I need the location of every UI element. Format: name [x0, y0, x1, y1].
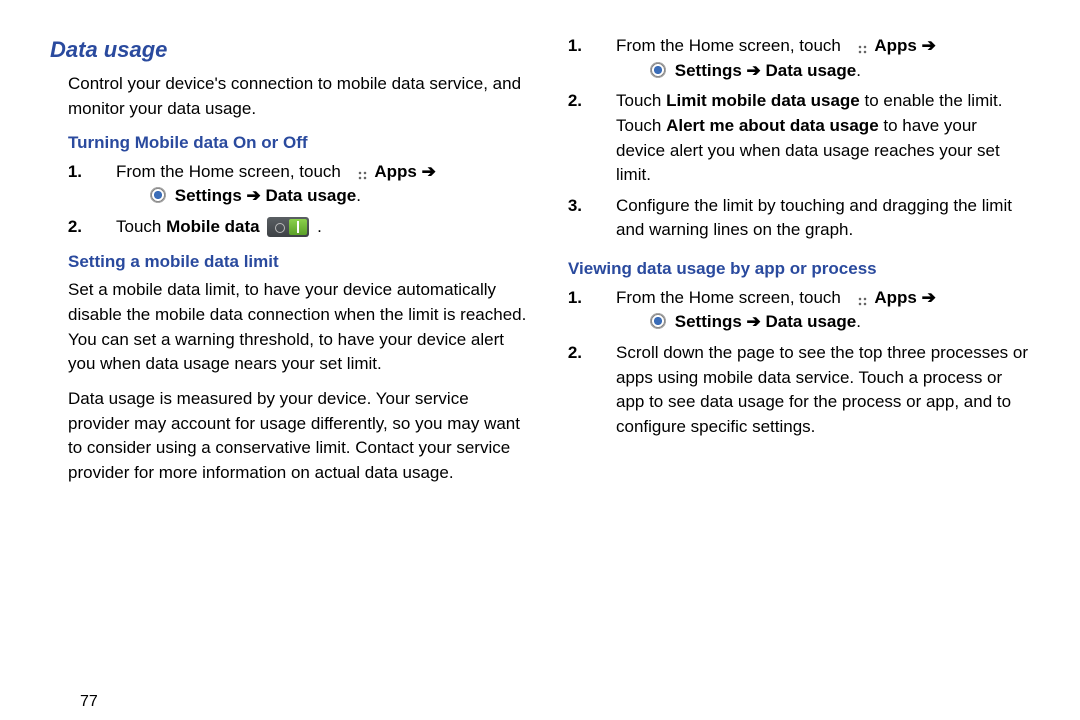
settings-icon [648, 60, 668, 80]
arrow-icon: ➔ [422, 162, 436, 181]
subheading-setting-limit: Setting a mobile data limit [50, 250, 530, 275]
arrow-icon: ➔ [922, 288, 936, 307]
datausage-label: Data usage [766, 61, 857, 80]
period: . [317, 217, 322, 236]
heading-data-usage: Data usage [50, 34, 530, 66]
arrow-icon: ➔ [922, 36, 936, 55]
settings-label: Settings [675, 312, 742, 331]
apps-icon [848, 287, 868, 307]
r-step-2: 2. Touch Limit mobile data usage to enab… [586, 89, 1030, 188]
r-s2a: Touch [616, 91, 666, 110]
subheading-turning-mobile-data: Turning Mobile data On or Off [50, 131, 530, 156]
r2-step-2: 2. Scroll down the page to see the top t… [586, 341, 1030, 440]
r2-step-1: 1. From the Home screen, touch Apps ➔ Se… [586, 286, 1030, 335]
r-s2b: Limit mobile data usage [666, 91, 860, 110]
settings-icon [648, 311, 668, 331]
apps-label: Apps [874, 36, 917, 55]
r2-s2: Scroll down the page to see the top thre… [616, 343, 1028, 436]
arrow-icon: ➔ [247, 186, 261, 205]
r-step1-text-a: From the Home screen, touch [616, 36, 846, 55]
settings-label: Settings [675, 61, 742, 80]
apps-icon [848, 35, 868, 55]
period: . [856, 312, 861, 331]
step2-text-a: Touch [116, 217, 166, 236]
apps-icon [348, 161, 368, 181]
apps-label: Apps [374, 162, 417, 181]
step-2: 2. Touch Mobile data . [86, 215, 530, 240]
period: . [356, 186, 361, 205]
r-s3: Configure the limit by touching and drag… [616, 196, 1012, 240]
sec2-p2: Data usage is measured by your device. Y… [50, 387, 530, 486]
datausage-label: Data usage [766, 312, 857, 331]
sec2-p1: Set a mobile data limit, to have your de… [50, 278, 530, 377]
step1-text-a: From the Home screen, touch [116, 162, 346, 181]
arrow-icon: ➔ [747, 312, 761, 331]
r2-step1-text-a: From the Home screen, touch [616, 288, 846, 307]
settings-icon [148, 185, 168, 205]
mobile-data-label: Mobile data [166, 217, 260, 236]
subheading-viewing-by-app: Viewing data usage by app or process [550, 257, 1030, 282]
r-step-3: 3. Configure the limit by touching and d… [586, 194, 1030, 243]
intro-text: Control your device's connection to mobi… [50, 72, 530, 121]
datausage-label: Data usage [266, 186, 357, 205]
arrow-icon: ➔ [747, 61, 761, 80]
page-number: 77 [80, 690, 98, 713]
toggle-on-icon [267, 217, 309, 237]
r-s2d: Alert me about data usage [666, 116, 879, 135]
r-step-1: 1. From the Home screen, touch Apps ➔ Se… [586, 34, 1030, 83]
step-1: 1. From the Home screen, touch Apps ➔ Se… [86, 160, 530, 209]
settings-label: Settings [175, 186, 242, 205]
apps-label: Apps [874, 288, 917, 307]
period: . [856, 61, 861, 80]
